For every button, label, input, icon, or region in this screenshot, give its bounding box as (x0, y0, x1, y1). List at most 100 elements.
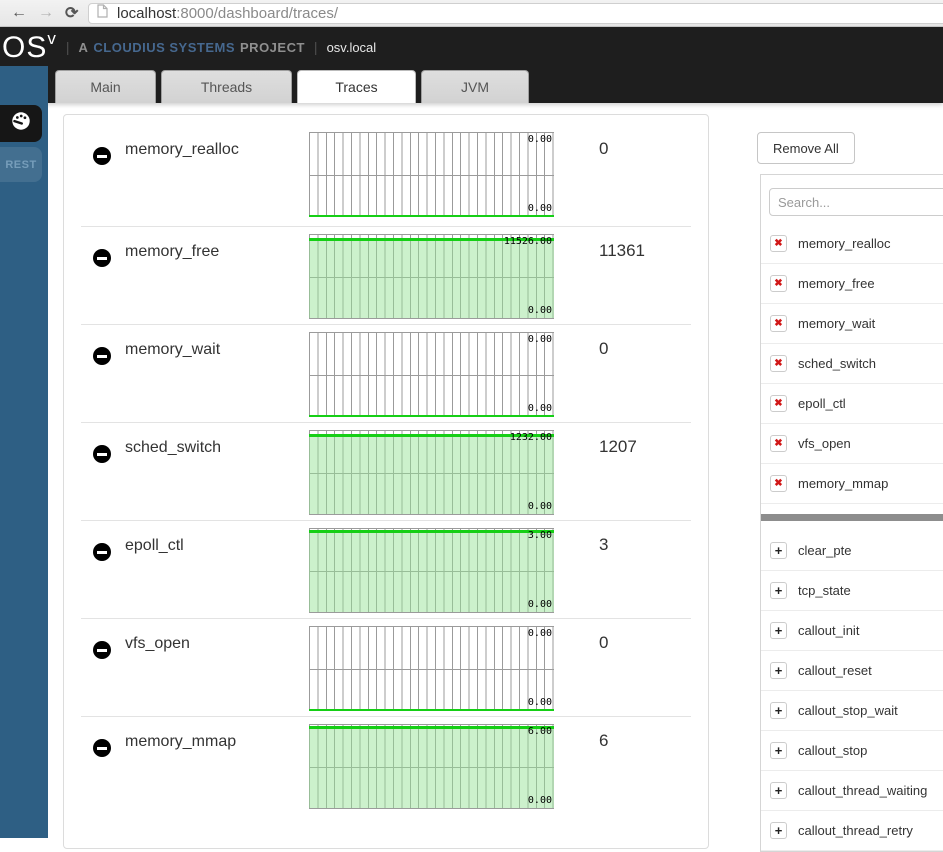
remove-trace-x-button[interactable]: ✖ (770, 395, 787, 412)
list-item-label: memory_free (798, 276, 875, 291)
remove-trace-circle-button[interactable] (93, 641, 111, 659)
chart-min-label: 0.00 (528, 203, 552, 215)
list-item-label: callout_thread_waiting (798, 783, 927, 798)
app-navbar: OSv | A CLOUDIUS SYSTEMS PROJECT | osv.l… (0, 27, 943, 103)
add-trace-plus-button[interactable]: + (770, 782, 787, 799)
list-item-label: memory_wait (798, 316, 875, 331)
remove-trace-circle-button[interactable] (93, 347, 111, 365)
list-item-label: clear_pte (798, 543, 851, 558)
list-item-label: callout_stop (798, 743, 867, 758)
trace-value: 11361 (599, 241, 645, 261)
add-trace-plus-button[interactable]: + (770, 542, 787, 559)
list-item: + callout_thread_waiting (761, 771, 943, 811)
chart-max-label: 3.00 (528, 530, 552, 542)
list-item: ✖ memory_realloc (761, 224, 943, 264)
tab-main[interactable]: Main (55, 70, 156, 103)
remove-trace-x-button[interactable]: ✖ (770, 235, 787, 252)
trace-row: memory_realloc 0.00 0.00 0 (81, 115, 691, 227)
add-trace-plus-button[interactable]: + (770, 742, 787, 759)
trace-row: memory_free 11526.00 0.00 11361 (81, 227, 691, 325)
trace-row: memory_mmap 6.00 0.00 6 (81, 717, 691, 847)
remove-trace-x-button[interactable]: ✖ (770, 475, 787, 492)
trace-row: memory_wait 0.00 0.00 0 (81, 325, 691, 423)
sidebar-item-rest[interactable]: REST (0, 147, 42, 182)
url-text: localhost:8000/dashboard/traces/ (117, 5, 338, 22)
trace-chart: 3.00 0.00 (309, 528, 554, 613)
separator: | (314, 39, 318, 55)
remove-trace-circle-button[interactable] (93, 147, 111, 165)
project-word: PROJECT (240, 40, 305, 55)
remove-trace-x-button[interactable]: ✖ (770, 355, 787, 372)
list-item-label: callout_stop_wait (798, 703, 898, 718)
search-input[interactable] (769, 188, 943, 216)
tabs: MainThreadsTracesJVM (55, 70, 534, 103)
remove-trace-x-button[interactable]: ✖ (770, 275, 787, 292)
trace-row: epoll_ctl 3.00 0.00 3 (81, 521, 691, 619)
chart-max-label: 0.00 (528, 334, 552, 346)
forward-icon[interactable]: → (38, 4, 54, 22)
hostname: osv.local (327, 40, 377, 55)
chart-max-label: 0.00 (528, 134, 552, 146)
trace-value: 0 (599, 633, 608, 653)
page-icon (97, 4, 108, 23)
list-item: ✖ memory_wait (761, 304, 943, 344)
list-item: + tcp_state (761, 571, 943, 611)
trace-name: sched_switch (125, 439, 221, 457)
osv-logo[interactable]: OSv (2, 29, 57, 65)
trace-name: memory_mmap (125, 733, 236, 751)
url-bar[interactable]: localhost:8000/dashboard/traces/ (88, 3, 943, 24)
trace-chart: 1232.00 0.00 (309, 430, 554, 515)
chart-min-label: 0.00 (528, 305, 552, 317)
add-trace-plus-button[interactable]: + (770, 702, 787, 719)
remove-trace-circle-button[interactable] (93, 445, 111, 463)
remove-trace-x-button[interactable]: ✖ (770, 315, 787, 332)
trace-value: 6 (599, 731, 608, 751)
trace-list: ✖ memory_realloc ✖ memory_free ✖ memory_… (761, 224, 943, 851)
trace-chart: 0.00 0.00 (309, 626, 554, 711)
remove-trace-circle-button[interactable] (93, 249, 111, 267)
cloudius-brand[interactable]: CLOUDIUS SYSTEMS (93, 40, 235, 55)
chart-max-label: 1232.00 (510, 432, 552, 444)
tab-jvm[interactable]: JVM (421, 70, 529, 103)
chart-min-label: 0.00 (528, 697, 552, 709)
trace-name: memory_free (125, 243, 219, 261)
list-item-label: callout_init (798, 623, 859, 638)
traces-card: memory_realloc 0.00 0.00 0 memory_free 1… (63, 114, 709, 849)
list-item-label: callout_reset (798, 663, 872, 678)
list-divider (761, 514, 943, 521)
trace-value: 0 (599, 339, 608, 359)
trace-value: 1207 (599, 437, 637, 457)
add-trace-plus-button[interactable]: + (770, 582, 787, 599)
trace-value: 0 (599, 139, 608, 159)
list-item: ✖ vfs_open (761, 424, 943, 464)
tab-traces[interactable]: Traces (297, 70, 416, 103)
trace-chart: 6.00 0.00 (309, 724, 554, 809)
trace-list-panel: ✖ memory_realloc ✖ memory_free ✖ memory_… (760, 174, 943, 852)
remove-trace-circle-button[interactable] (93, 543, 111, 561)
reload-icon[interactable]: ⟳ (65, 3, 78, 23)
trace-name: epoll_ctl (125, 537, 184, 555)
dashboard-gauge-icon (10, 110, 32, 137)
remove-trace-circle-button[interactable] (93, 739, 111, 757)
list-item: + callout_reset (761, 651, 943, 691)
add-trace-plus-button[interactable]: + (770, 822, 787, 839)
list-item-label: tcp_state (798, 583, 851, 598)
trace-value: 3 (599, 535, 608, 555)
trace-name: memory_wait (125, 341, 220, 359)
trace-chart: 0.00 0.00 (309, 132, 554, 217)
rest-label: REST (5, 159, 36, 171)
list-item: ✖ memory_mmap (761, 464, 943, 504)
chart-min-label: 0.00 (528, 599, 552, 611)
list-item: ✖ epoll_ctl (761, 384, 943, 424)
add-trace-plus-button[interactable]: + (770, 662, 787, 679)
separator: | (66, 39, 70, 55)
add-trace-plus-button[interactable]: + (770, 622, 787, 639)
trace-chart: 0.00 0.00 (309, 332, 554, 417)
back-icon[interactable]: ← (11, 4, 27, 22)
list-item: + callout_stop_wait (761, 691, 943, 731)
tab-threads[interactable]: Threads (161, 70, 292, 103)
remove-trace-x-button[interactable]: ✖ (770, 435, 787, 452)
sidebar-item-dashboard[interactable] (0, 105, 42, 142)
remove-all-button[interactable]: Remove All (757, 132, 855, 164)
list-item-label: memory_mmap (798, 476, 888, 491)
